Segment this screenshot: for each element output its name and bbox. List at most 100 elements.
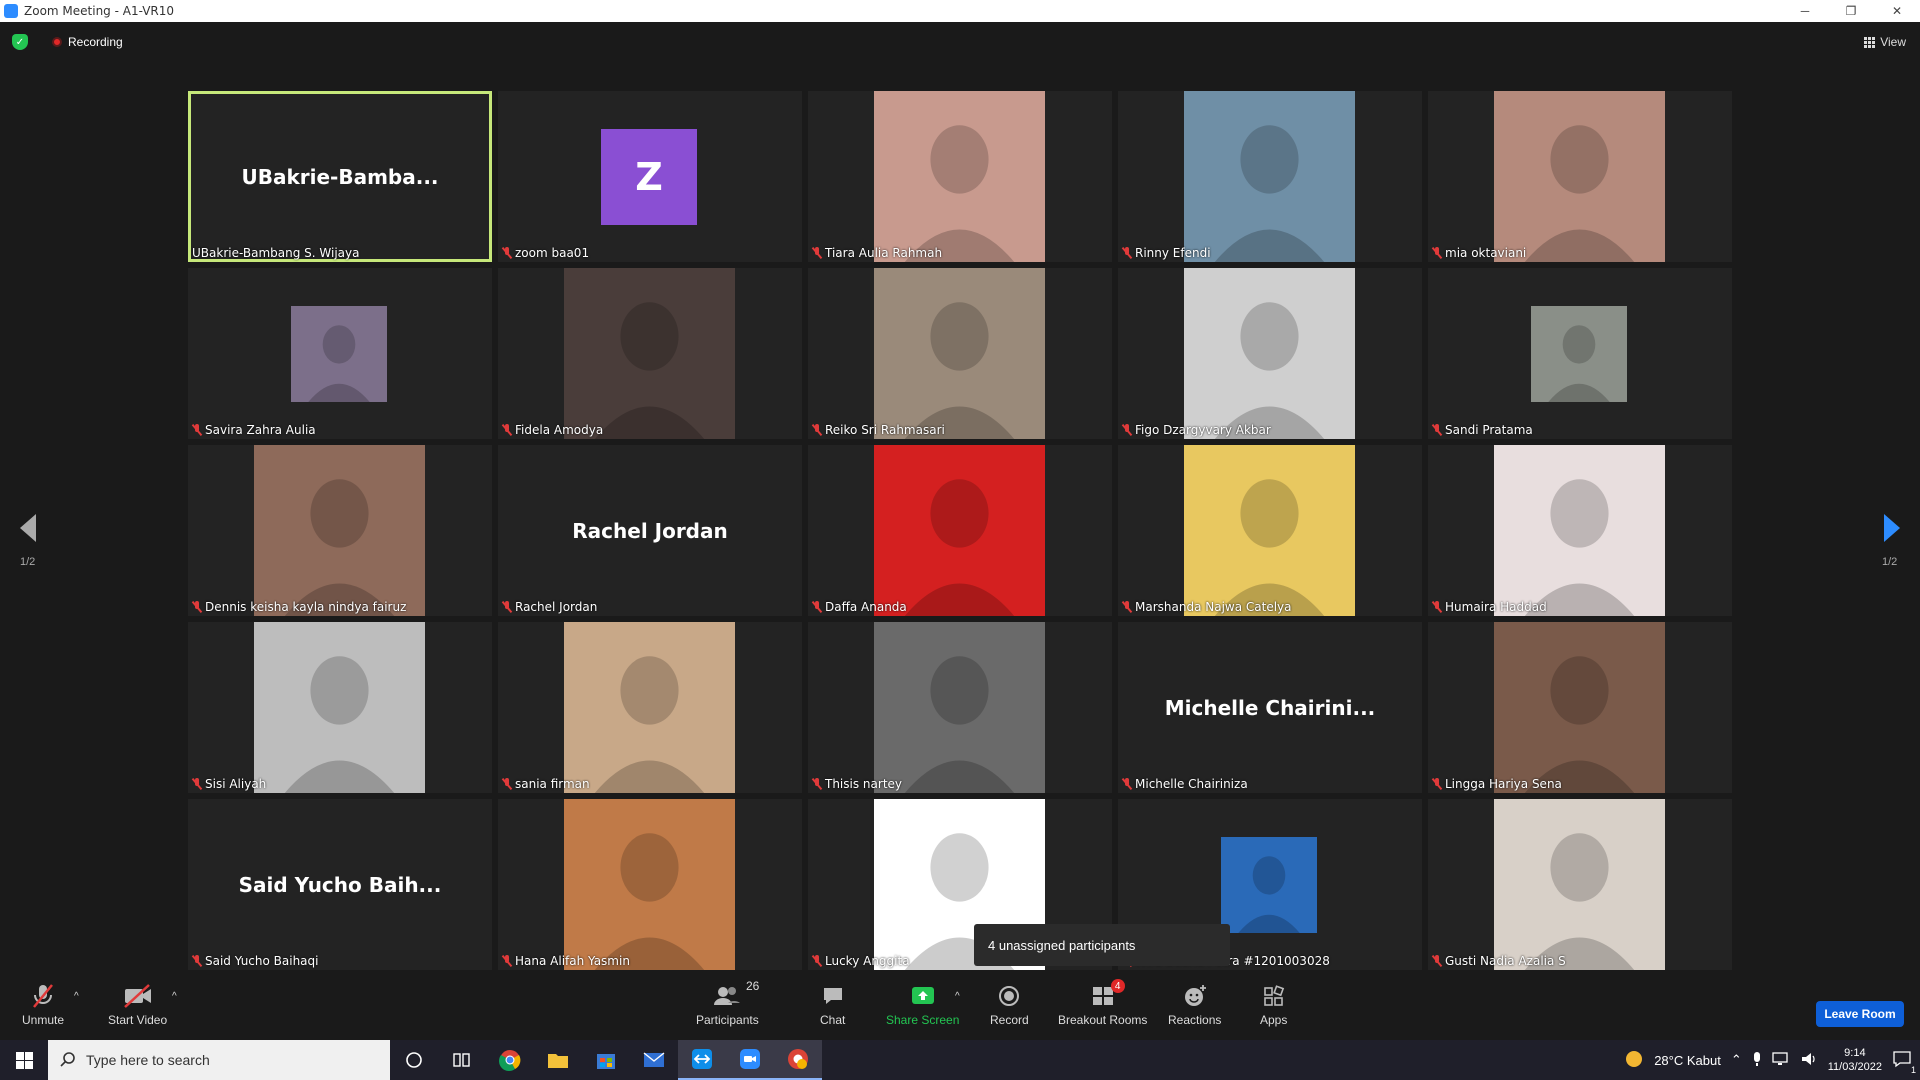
muted-mic-icon	[812, 424, 822, 436]
participant-tile[interactable]: Zzoom baa01	[498, 91, 802, 262]
video-options-caret-icon[interactable]: ^	[172, 991, 177, 1002]
muted-mic-icon	[1122, 601, 1132, 613]
participant-tile[interactable]: Tiara Aulia Rahmah	[808, 91, 1112, 262]
participant-name: Lingga Hariya Sena	[1445, 777, 1562, 791]
next-page-arrow-icon[interactable]	[1884, 514, 1900, 542]
participants-button[interactable]: 26 Participants	[696, 979, 759, 1027]
participant-tile[interactable]: sania firman	[498, 622, 802, 793]
volume-icon[interactable]	[1800, 1051, 1818, 1070]
share-options-caret-icon[interactable]: ^	[955, 991, 960, 1002]
chrome-icon[interactable]	[486, 1040, 534, 1080]
participant-video	[1531, 306, 1627, 402]
participant-tile[interactable]: Savira Zahra Aulia	[188, 268, 492, 439]
participant-tile[interactable]: Humaira Haddad	[1428, 445, 1732, 616]
participant-name-label: zoom baa01	[502, 246, 589, 260]
unmute-button[interactable]: Unmute	[22, 983, 64, 1027]
muted-mic-icon	[192, 424, 202, 436]
task-view-icon[interactable]	[438, 1040, 486, 1080]
participant-name: mia oktaviani	[1445, 246, 1527, 260]
audio-options-caret-icon[interactable]: ^	[74, 991, 79, 1002]
zoom-taskbar-icon[interactable]	[726, 1040, 774, 1080]
participant-name: Thisis nartey	[825, 777, 903, 791]
muted-mic-icon	[502, 424, 512, 436]
windows-start-icon[interactable]	[0, 1040, 48, 1080]
participant-tile[interactable]: Thisis nartey	[808, 622, 1112, 793]
muted-mic-icon	[1432, 424, 1442, 436]
muted-mic-icon	[502, 955, 512, 967]
notification-center-icon[interactable]: 1	[1892, 1050, 1916, 1075]
participant-tile[interactable]: Sisi Aliyah	[188, 622, 492, 793]
breakout-rooms-button[interactable]: 4 Breakout Rooms	[1058, 979, 1147, 1027]
share-screen-button[interactable]: Share Screen	[886, 983, 959, 1027]
recording-indicator[interactable]: Recording	[52, 35, 123, 49]
previous-page-arrow-icon[interactable]	[20, 514, 36, 542]
participant-tile[interactable]: Dennis keisha kayla nindya fairuz	[188, 445, 492, 616]
restore-button[interactable]: ❐	[1828, 0, 1874, 22]
participant-tile[interactable]: Hana Alifah Yasmin	[498, 799, 802, 970]
participant-name: Savira Zahra Aulia	[205, 423, 316, 437]
chat-bubble-icon	[821, 983, 845, 1009]
participant-tile[interactable]: Rachel Jordan Rachel Jordan	[498, 445, 802, 616]
participant-name-label: Said Yucho Baihaqi	[192, 954, 318, 968]
mail-icon[interactable]	[630, 1040, 678, 1080]
participant-name: Gusti Nadia Azalia S	[1445, 954, 1566, 968]
cortana-icon[interactable]	[390, 1040, 438, 1080]
tray-chevron-up-icon[interactable]: ⌃	[1731, 1052, 1742, 1068]
muted-mic-icon	[31, 983, 55, 1009]
chrome-profile-icon[interactable]	[774, 1040, 822, 1080]
record-button[interactable]: Record	[990, 983, 1029, 1027]
start-video-button[interactable]: Start Video	[108, 983, 167, 1027]
participant-name: Reiko Sri Rahmasari	[825, 423, 945, 437]
participant-video	[1184, 268, 1355, 439]
taskbar-search-input[interactable]: Type here to search	[48, 1040, 390, 1080]
participant-tile[interactable]: Reiko Sri Rahmasari	[808, 268, 1112, 439]
apps-button[interactable]: Apps	[1260, 983, 1287, 1027]
weather-text[interactable]: 28°C Kabut	[1654, 1053, 1721, 1068]
minimize-button[interactable]: ─	[1782, 0, 1828, 22]
view-button[interactable]: View	[1864, 35, 1906, 49]
participant-tile[interactable]: Sandi Pratama	[1428, 268, 1732, 439]
close-button[interactable]: ✕	[1874, 0, 1920, 22]
participant-tile[interactable]: Marshanda Najwa Catelya	[1118, 445, 1422, 616]
participant-name-label: Lingga Hariya Sena	[1432, 777, 1562, 791]
chat-button[interactable]: Chat	[820, 983, 845, 1027]
participant-tile[interactable]: Daffa Ananda	[808, 445, 1112, 616]
participant-display-name: Rachel Jordan	[572, 518, 728, 543]
participant-tile[interactable]: mia oktaviani	[1428, 91, 1732, 262]
participant-tile[interactable]: Said Yucho Baih... Said Yucho Baihaqi	[188, 799, 492, 970]
participant-display-name: UBakrie-Bamba...	[241, 164, 439, 189]
participant-tile[interactable]: Gusti Nadia Azalia S	[1428, 799, 1732, 970]
participant-tile[interactable]: Michelle Chairini... Michelle Chairiniza	[1118, 622, 1422, 793]
reactions-button[interactable]: Reactions	[1168, 983, 1221, 1027]
windows-taskbar: Type here to search 28°C Kabut ⌃ 9:14 11…	[0, 1040, 1920, 1080]
participant-name: Hana Alifah Yasmin	[515, 954, 630, 968]
participant-name-label: Michelle Chairiniza	[1122, 777, 1248, 791]
participant-name-label: Savira Zahra Aulia	[192, 423, 316, 437]
participant-name: UBakrie-Bambang S. Wijaya	[192, 246, 360, 260]
participant-name-label: Rachel Jordan	[502, 600, 597, 614]
participant-tile[interactable]: Lingga Hariya Sena	[1428, 622, 1732, 793]
meeting-top-bar: ✓ Recording View	[0, 22, 1920, 62]
teamviewer-icon[interactable]	[678, 1040, 726, 1080]
record-dot-icon	[52, 37, 62, 47]
participant-video	[1221, 837, 1317, 933]
microsoft-store-icon[interactable]	[582, 1040, 630, 1080]
file-explorer-icon[interactable]	[534, 1040, 582, 1080]
zoom-app-icon	[4, 4, 18, 18]
network-icon[interactable]	[1772, 1051, 1790, 1069]
participant-video	[254, 445, 425, 616]
taskbar-clock[interactable]: 9:14 11/03/2022	[1828, 1046, 1882, 1074]
participant-video	[874, 445, 1045, 616]
participant-tile[interactable]: Figo Dzargyvary Akbar	[1118, 268, 1422, 439]
leave-room-button[interactable]: Leave Room	[1816, 1001, 1904, 1027]
participant-tile[interactable]: Rinny Efendi	[1118, 91, 1422, 262]
participant-tile[interactable]: UBakrie-Bamba... UBakrie-Bambang S. Wijay…	[188, 91, 492, 262]
notification-count: 1	[1910, 1064, 1916, 1075]
participant-tile[interactable]: Fidela Amodya	[498, 268, 802, 439]
muted-mic-icon	[502, 601, 512, 613]
microphone-tray-icon[interactable]	[1752, 1051, 1762, 1070]
participant-name: Lucky Anggita	[825, 954, 910, 968]
security-shield-icon[interactable]: ✓	[12, 34, 28, 50]
participant-name: Rachel Jordan	[515, 600, 598, 614]
participant-video	[1494, 622, 1665, 793]
